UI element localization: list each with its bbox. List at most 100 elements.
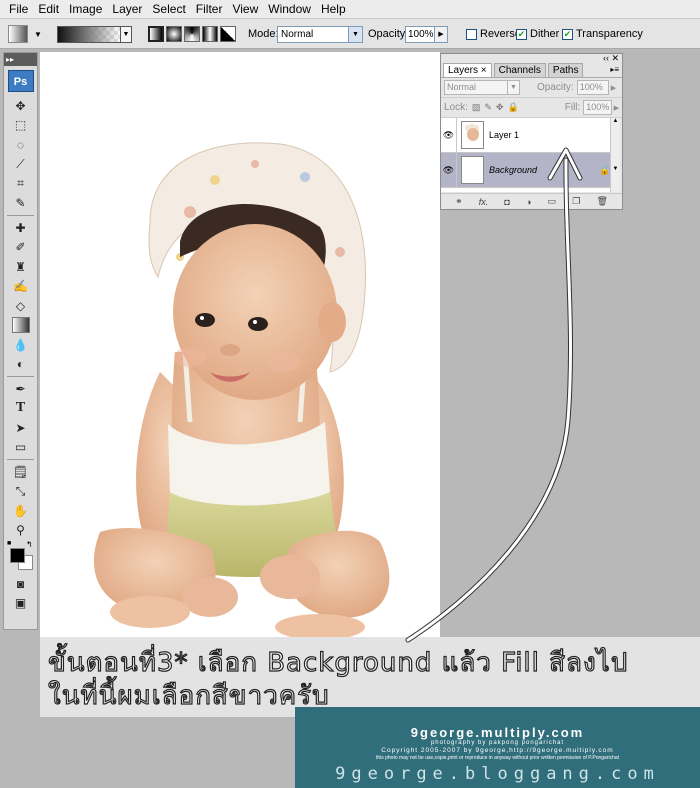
lock-position-icon[interactable]: ✥ (496, 102, 504, 113)
tool-preset-picker[interactable]: ▼ (8, 19, 42, 49)
diamond-gradient-icon[interactable] (220, 26, 236, 42)
move-tool[interactable]: ✥ (4, 96, 37, 116)
eye-icon[interactable]: 👁 (441, 152, 457, 188)
stamp-tool[interactable]: ♜ (4, 257, 37, 277)
menu-filter[interactable]: Filter (191, 0, 228, 19)
menu-file[interactable]: File (4, 0, 33, 19)
pen-icon: ✒ (15, 381, 26, 396)
eyedropper-tool[interactable]: ⤡ (4, 482, 37, 502)
blur-tool[interactable]: 💧 (4, 335, 37, 355)
watermark-site: 9george.multiply.com (410, 725, 585, 740)
healing-tool[interactable]: ✚ (4, 218, 37, 238)
toolbox-divider (7, 215, 34, 216)
menu-bar: File Edit Image Layer Select Filter View… (0, 0, 700, 19)
marquee-tool[interactable]: ⬚ (4, 116, 37, 136)
chevron-right-icon[interactable]: ▶ (435, 25, 448, 43)
link-layers-icon[interactable]: ⚭ (455, 196, 463, 207)
mode-select-value: Normal (281, 28, 314, 40)
shape-tool[interactable]: ▭ (4, 438, 37, 458)
arrow-pointer-icon: ➤ (15, 420, 26, 435)
chevron-right-icon[interactable]: ▶ (611, 84, 616, 92)
quick-mask-tool[interactable]: ◙ (4, 574, 37, 594)
document-canvas[interactable] (40, 52, 440, 637)
chevron-down-icon[interactable]: ▼ (121, 25, 132, 43)
menu-edit[interactable]: Edit (33, 0, 64, 19)
gradient-tool-icon (8, 25, 28, 43)
lock-transparent-icon[interactable]: ▨ (472, 102, 481, 113)
panel-menu-icon[interactable]: ▸≡ (610, 65, 619, 74)
zoom-icon: ⚲ (16, 523, 25, 538)
lock-pixels-icon[interactable]: ✎ (484, 102, 492, 113)
slice-tool[interactable]: ✎ (4, 194, 37, 214)
linear-gradient-icon[interactable] (148, 26, 164, 42)
tab-channels[interactable]: Channels (493, 63, 546, 77)
toolbox-grip[interactable]: ▸▸ (4, 53, 37, 66)
pen-tool[interactable]: ✒ (4, 379, 37, 399)
dodge-tool[interactable]: ◐ (4, 355, 37, 375)
mode-select[interactable]: Normal ▼ (277, 19, 363, 49)
fill-input[interactable]: 100% (583, 100, 612, 115)
menu-view[interactable]: View (227, 0, 263, 19)
menu-window[interactable]: Window (263, 0, 316, 19)
screen-mode-tool[interactable]: ▣ (4, 594, 37, 614)
new-group-icon[interactable]: ▭ (548, 196, 557, 207)
toolbox-divider (7, 459, 34, 460)
magic-wand-tool[interactable]: ⟋ (4, 155, 37, 175)
close-icon[interactable]: ‹‹ ✕ (603, 54, 619, 63)
photoshop-logo[interactable]: Ps (7, 70, 34, 92)
opacity-field[interactable]: 100% ▶ (405, 19, 448, 49)
default-colors-icon[interactable]: ■ (7, 540, 11, 547)
layers-panel: ‹‹ ✕ Layers × Channels Paths ▸≡ Normal ▼ … (440, 53, 623, 210)
notes-tool[interactable]: 🗒 (4, 462, 37, 482)
hand-tool[interactable]: ✋ (4, 501, 37, 521)
menu-select[interactable]: Select (147, 0, 190, 19)
lasso-icon: ◌ (16, 137, 25, 152)
history-brush-tool[interactable]: ✍ (4, 277, 37, 297)
layer-list-scrollbar[interactable]: ▲ ▼ (610, 118, 620, 192)
adjustment-layer-icon[interactable]: ◑ (526, 197, 531, 207)
dither-checkbox[interactable]: ✔ Dither (516, 19, 559, 49)
gradient-type-group (148, 19, 236, 49)
lock-all-icon[interactable]: 🔒 (508, 102, 519, 113)
menu-help[interactable]: Help (316, 0, 351, 19)
layer-row-layer1[interactable]: 👁 Layer 1 (441, 117, 613, 153)
tab-paths[interactable]: Paths (547, 63, 584, 77)
gradient-swatch[interactable] (57, 25, 121, 43)
swap-colors-icon[interactable]: ↰ (26, 540, 33, 549)
menu-image[interactable]: Image (64, 0, 107, 19)
blend-mode-select[interactable]: Normal ▼ (444, 80, 520, 95)
lasso-tool[interactable]: ◌ (4, 135, 37, 155)
gradient-tool[interactable] (4, 316, 37, 336)
dither-checkbox-box[interactable]: ✔ (516, 28, 527, 40)
foreground-color[interactable] (10, 548, 25, 563)
blend-mode-value: Normal (447, 82, 477, 92)
transparency-checkbox[interactable]: ✔ Transparency (562, 19, 643, 49)
layer-mask-icon[interactable]: ◘ (504, 197, 509, 207)
chevron-right-icon[interactable]: ▶ (614, 104, 619, 112)
layer-opacity-input[interactable]: 100% (576, 80, 609, 95)
panel-titlebar[interactable]: ‹‹ ✕ (441, 54, 622, 63)
trash-icon[interactable]: 🗑 (596, 196, 607, 207)
eraser-tool[interactable]: ◇ (4, 296, 37, 316)
gradient-picker[interactable]: ▼ (57, 19, 132, 49)
brush-tool[interactable]: ✐ (4, 238, 37, 258)
type-tool[interactable]: T (4, 399, 37, 419)
new-layer-icon[interactable]: ❐ (572, 196, 580, 207)
layer-row-background[interactable]: 👁 Background 🔒 (441, 152, 613, 188)
eye-icon[interactable]: 👁 (441, 117, 457, 153)
opacity-input[interactable]: 100% (405, 25, 435, 43)
radial-gradient-icon[interactable] (166, 26, 182, 42)
layer-style-icon[interactable]: fx. (479, 197, 489, 207)
angle-gradient-icon[interactable] (184, 26, 200, 42)
crop-tool[interactable]: ⌗ (4, 174, 37, 194)
zoom-tool[interactable]: ⚲ (4, 521, 37, 541)
transparency-checkbox-box[interactable]: ✔ (562, 28, 573, 40)
path-select-tool[interactable]: ➤ (4, 418, 37, 438)
tab-layers[interactable]: Layers × (443, 63, 492, 77)
magic-wand-icon: ⟋ (16, 156, 25, 171)
menu-layer[interactable]: Layer (107, 0, 147, 19)
dodge-icon: ◐ (16, 357, 25, 372)
reflected-gradient-icon[interactable] (202, 26, 218, 42)
reverse-checkbox-box[interactable] (466, 28, 477, 40)
reverse-checkbox[interactable]: Reverse (466, 19, 521, 49)
